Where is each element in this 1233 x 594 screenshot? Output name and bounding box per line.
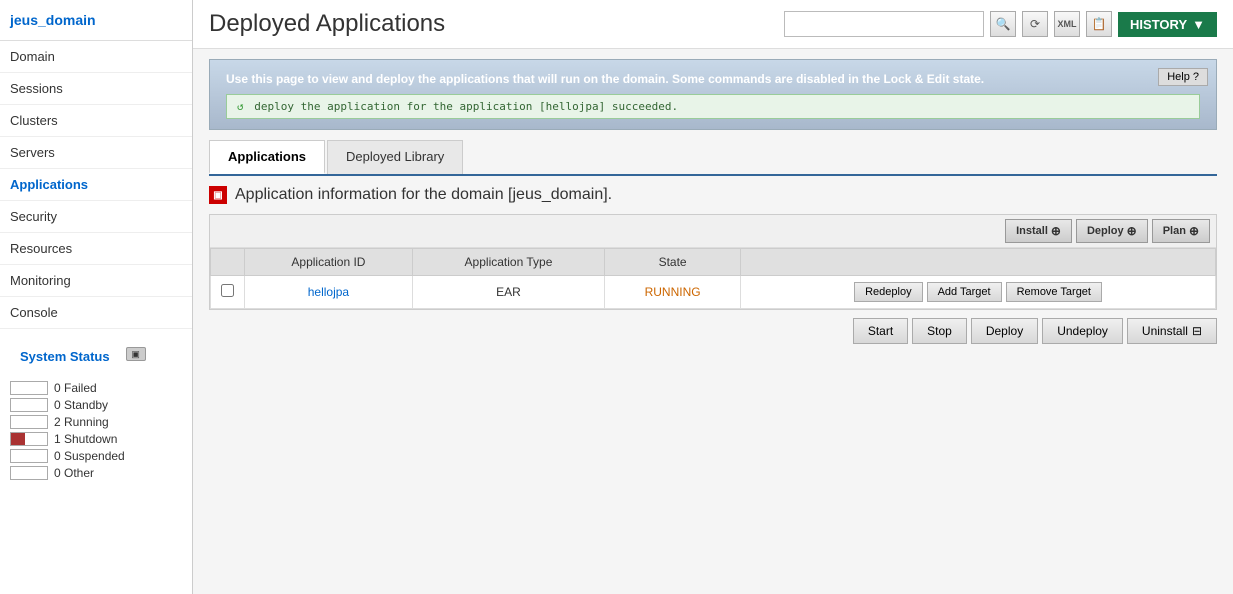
- tabs-container: ApplicationsDeployed Library: [209, 140, 1217, 176]
- section-title-row: ▣ Application information for the domain…: [209, 186, 1217, 204]
- app-name-link[interactable]: hellojpa: [308, 285, 349, 299]
- page-title: Deployed Applications: [209, 10, 445, 38]
- info-text: Use this page to view and deploy the app…: [226, 70, 1200, 88]
- sidebar-item-console[interactable]: Console: [0, 297, 192, 329]
- row-checkbox-input[interactable]: [221, 284, 234, 297]
- deploy-button[interactable]: Deploy: [971, 318, 1038, 344]
- status-label-suspended: 0 Suspended: [54, 449, 125, 463]
- help-label: Help: [1167, 71, 1190, 83]
- sidebar-domain-title[interactable]: jeus_domain: [0, 0, 192, 41]
- uninstall-button[interactable]: Uninstall ⊟: [1127, 318, 1217, 344]
- section-title: Application information for the domain […: [235, 186, 612, 204]
- success-icon: ↺: [237, 100, 244, 113]
- app-name-cell: hellojpa: [245, 276, 413, 309]
- status-label-failed: 0 Failed: [54, 381, 97, 395]
- sidebar-item-applications[interactable]: Applications: [0, 169, 192, 201]
- column-header-1: Application ID: [245, 249, 413, 276]
- status-bar-other: [10, 466, 48, 480]
- status-row-standby: 0 Standby: [10, 398, 182, 412]
- action-remove-target-button[interactable]: Remove Target: [1006, 282, 1102, 302]
- success-message: ↺ deploy the application for the applica…: [226, 94, 1200, 119]
- plan-toolbar-button[interactable]: Plan ⊕: [1152, 219, 1210, 243]
- sidebar-item-servers[interactable]: Servers: [0, 137, 192, 169]
- status-bar-standby: [10, 398, 48, 412]
- status-row-other: 0 Other: [10, 466, 182, 480]
- status-row-shutdown: 1 Shutdown: [10, 432, 182, 446]
- system-status-toggle[interactable]: ▣: [126, 347, 146, 361]
- sidebar-item-security[interactable]: Security: [0, 201, 192, 233]
- sidebar-item-clusters[interactable]: Clusters: [0, 105, 192, 137]
- status-row-running: 2 Running: [10, 415, 182, 429]
- history-button[interactable]: HISTORY ▼: [1118, 12, 1217, 37]
- status-bar-suspended: [10, 449, 48, 463]
- page-header: Deployed Applications 🔍 ⟳ XML 📋 HISTORY …: [193, 0, 1233, 49]
- help-button[interactable]: Help ?: [1158, 68, 1208, 86]
- export-button[interactable]: 📋: [1086, 11, 1112, 37]
- start-button[interactable]: Start: [853, 318, 908, 344]
- table-toolbar: Install ⊕Deploy ⊕Plan ⊕: [210, 215, 1216, 248]
- sidebar: jeus_domain DomainSessionsClustersServer…: [0, 0, 193, 594]
- undeploy-button[interactable]: Undeploy: [1042, 318, 1123, 344]
- deploy-toolbar-button[interactable]: Deploy ⊕: [1076, 219, 1148, 243]
- history-label: HISTORY: [1130, 17, 1187, 32]
- column-header-4: [741, 249, 1216, 276]
- refresh-button[interactable]: ⟳: [1022, 11, 1048, 37]
- tab-deployed-library[interactable]: Deployed Library: [327, 140, 463, 174]
- install-toolbar-button[interactable]: Install ⊕: [1005, 219, 1072, 243]
- system-status-section: 0 Failed 0 Standby 2 Running 1 Shutdown 0 Su…: [0, 373, 192, 488]
- bottom-toolbar: StartStopDeployUndeployUninstall ⊟: [209, 310, 1217, 352]
- applications-table-container: Install ⊕Deploy ⊕Plan ⊕ Application IDAp…: [209, 214, 1217, 310]
- column-header-2: Application Type: [412, 249, 604, 276]
- xml-button[interactable]: XML: [1054, 11, 1080, 37]
- status-label-shutdown: 1 Shutdown: [54, 432, 117, 446]
- history-chevron: ▼: [1192, 17, 1205, 32]
- app-type-cell: EAR: [412, 276, 604, 309]
- info-banner: Use this page to view and deploy the app…: [209, 59, 1217, 130]
- search-button[interactable]: 🔍: [990, 11, 1016, 37]
- action-redeploy-button[interactable]: Redeploy: [854, 282, 922, 302]
- status-row-suspended: 0 Suspended: [10, 449, 182, 463]
- status-label-other: 0 Other: [54, 466, 94, 480]
- app-state-cell: RUNNING: [605, 276, 741, 309]
- column-header-0: [211, 249, 245, 276]
- row-checkbox[interactable]: [211, 276, 245, 309]
- success-text: deploy the application for the applicati…: [254, 100, 678, 113]
- main-content: Deployed Applications 🔍 ⟳ XML 📋 HISTORY …: [193, 0, 1233, 594]
- status-bar-shutdown: [10, 432, 48, 446]
- status-label-standby: 0 Standby: [54, 398, 108, 412]
- sidebar-item-resources[interactable]: Resources: [0, 233, 192, 265]
- content-area: ▣ Application information for the domain…: [209, 186, 1217, 352]
- system-status-title: System Status: [10, 339, 120, 369]
- sidebar-item-sessions[interactable]: Sessions: [0, 73, 192, 105]
- status-bar-running: [10, 415, 48, 429]
- status-label-running: 2 Running: [54, 415, 109, 429]
- status-bar-failed: [10, 381, 48, 395]
- system-status-header: System Status ▣: [0, 329, 192, 373]
- app-actions-cell: RedeployAdd TargetRemove Target: [741, 276, 1216, 309]
- sidebar-item-monitoring[interactable]: Monitoring: [0, 265, 192, 297]
- tab-applications[interactable]: Applications: [209, 140, 325, 174]
- table-row: hellojpaEARRUNNINGRedeployAdd TargetRemo…: [211, 276, 1216, 309]
- uninstall-icon: ⊟: [1192, 324, 1202, 338]
- header-right: 🔍 ⟳ XML 📋 HISTORY ▼: [784, 11, 1217, 37]
- search-input[interactable]: [784, 11, 984, 37]
- column-header-3: State: [605, 249, 741, 276]
- applications-table: Application IDApplication TypeState hell…: [210, 248, 1216, 309]
- section-icon: ▣: [209, 186, 227, 204]
- sidebar-item-domain[interactable]: Domain: [0, 41, 192, 73]
- action-add-target-button[interactable]: Add Target: [927, 282, 1002, 302]
- stop-button[interactable]: Stop: [912, 318, 967, 344]
- status-row-failed: 0 Failed: [10, 381, 182, 395]
